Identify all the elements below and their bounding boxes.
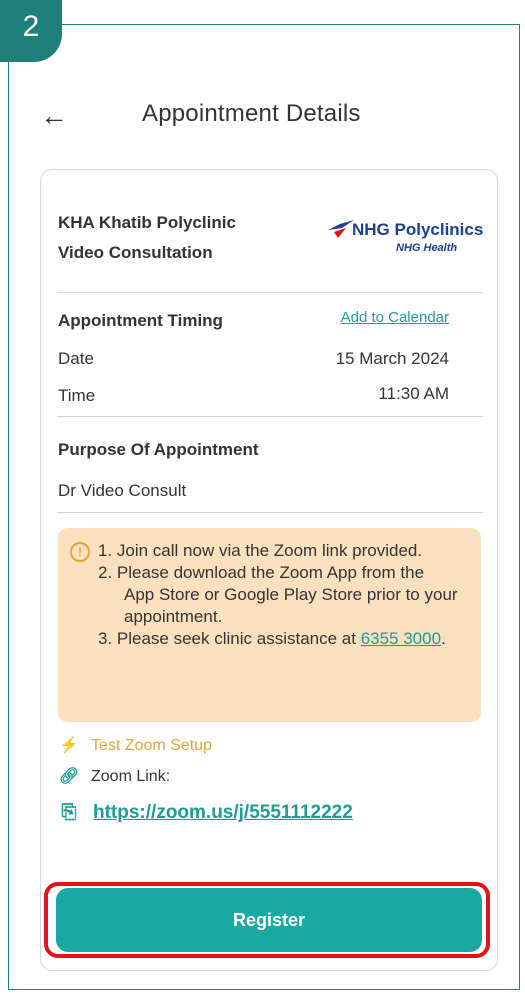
arrow-left-icon[interactable]: ← xyxy=(40,96,68,136)
time-value: 11:30 AM xyxy=(378,384,449,403)
copy-icon[interactable]: ⎘ xyxy=(57,802,81,824)
notice-item-3-suffix: . xyxy=(441,629,446,648)
notice-item-1: 1. Join call now via the Zoom link provi… xyxy=(98,541,423,560)
purpose-value: Dr Video Consult xyxy=(58,481,187,500)
notice-item-2: 2. Please download the Zoom App from the… xyxy=(98,563,458,626)
notice-item-3: 3. Please seek clinic assistance at 6355… xyxy=(98,628,458,650)
info-icon: ! xyxy=(70,542,90,562)
divider xyxy=(57,416,483,417)
purpose-heading: Purpose Of Appointment xyxy=(58,440,259,459)
clinic-name: KHA Khatib Polyclinic Video Consultation xyxy=(58,208,236,268)
zoom-url-row: ⎘ https://zoom.us/j/5551112222 xyxy=(57,802,353,824)
logo-sub-text: NHG Health xyxy=(396,242,458,254)
divider xyxy=(57,512,483,513)
time-label: Time xyxy=(58,386,96,405)
date-label: Date xyxy=(58,349,94,368)
zoom-link-label: Zoom Link: xyxy=(91,768,171,785)
notice-box: ! 1. Join call now via the Zoom link pro… xyxy=(58,528,481,722)
register-button[interactable]: Register xyxy=(56,888,482,952)
divider xyxy=(57,292,483,293)
link-icon: 🔗︎ xyxy=(58,768,80,785)
appointment-card: KHA Khatib Polyclinic Video Consultation… xyxy=(40,169,498,971)
page-header: ← Appointment Details xyxy=(0,96,525,138)
notice-item-3-text: 3. Please seek clinic assistance at xyxy=(98,629,361,648)
appointment-timing-heading: Appointment Timing xyxy=(58,311,223,330)
clinic-phone-link[interactable]: 6355 3000 xyxy=(361,629,441,648)
page-title: Appointment Details xyxy=(142,100,361,127)
plug-icon: ⚡ xyxy=(59,737,79,754)
clinic-name-line1: KHA Khatib Polyclinic xyxy=(58,213,236,232)
step-number-badge: 2 xyxy=(0,0,62,62)
clinic-name-line2: Video Consultation xyxy=(58,243,213,262)
zoom-link-label-row: 🔗︎ Zoom Link: xyxy=(57,766,170,786)
add-to-calendar-link[interactable]: Add to Calendar xyxy=(341,309,449,326)
date-value: 15 March 2024 xyxy=(335,349,449,368)
notice-list: 1. Join call now via the Zoom link provi… xyxy=(98,540,458,650)
zoom-url-link[interactable]: https://zoom.us/j/5551112222 xyxy=(93,802,353,823)
test-zoom-label: Test Zoom Setup xyxy=(91,737,212,754)
test-zoom-setup-link[interactable]: ⚡ Test Zoom Setup xyxy=(57,735,212,755)
nhg-logo: NHG Polyclinics NHG Health xyxy=(326,212,486,262)
logo-main-text: NHG Polyclinics xyxy=(352,220,484,239)
